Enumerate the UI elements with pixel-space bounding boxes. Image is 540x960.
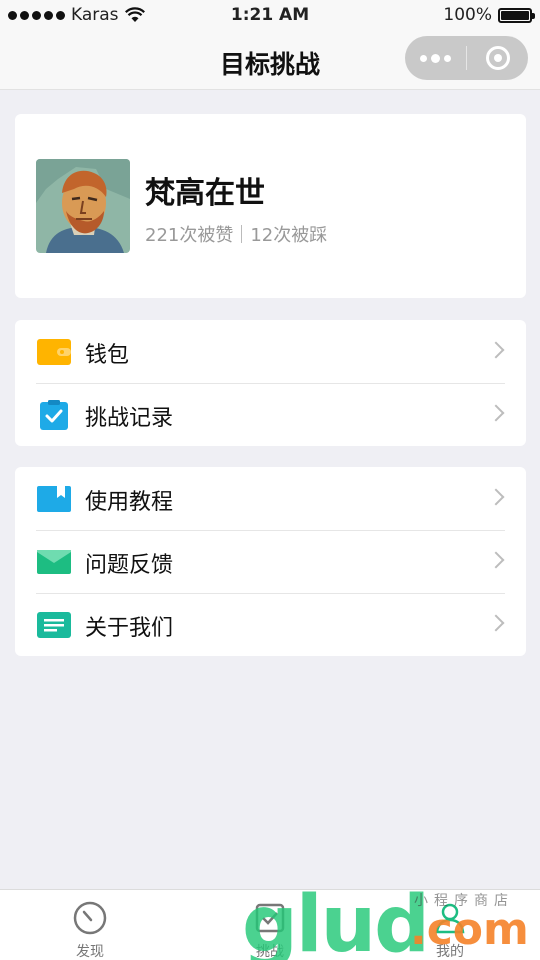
chevron-right-icon [487,614,505,632]
menu-label: 使用教程 [85,490,174,515]
tab-challenge[interactable]: 挑战 [225,900,315,960]
dislikes-count: 12次被踩 [250,225,328,246]
profile-stats: 221次被赞 12次被踩 [145,221,327,247]
tab-mine[interactable]: 我的 [405,900,495,960]
tab-label: 挑战 [256,944,284,960]
menu-item-wallet[interactable]: 钱包 [15,320,526,383]
menu-label: 关于我们 [85,616,174,641]
compass-icon [73,901,107,935]
menu-label: 挑战记录 [85,406,174,431]
avatar[interactable] [36,159,130,253]
battery-percent: 100% [443,5,492,25]
checkbox-icon [255,903,285,933]
mini-program-capsule [405,36,528,80]
wallet-icon [37,339,71,365]
close-circle-icon [485,46,510,70]
tab-label: 发现 [76,944,104,960]
profile-card[interactable]: 梵高在世 221次被赞 12次被踩 [15,114,526,298]
menu-item-challenge-records[interactable]: 挑战记录 [15,383,526,446]
chevron-right-icon [487,488,505,506]
likes-count: 221次被赞 [145,225,234,246]
document-icon [37,612,71,638]
status-bar: Karas 1:21 AM 100% [0,0,540,32]
close-button[interactable] [467,36,528,80]
more-button[interactable] [405,36,466,80]
tab-discover[interactable]: 发现 [45,900,135,960]
stats-divider [241,225,243,243]
profile-name: 梵高在世 [145,176,265,211]
battery-group: 100% [443,5,535,25]
nav-bar: 目标挑战 [0,32,540,90]
mail-icon [37,550,71,574]
menu-item-about[interactable]: 关于我们 [15,593,526,656]
battery-icon [498,7,535,23]
tab-bar: 发现 挑战 我的 [0,889,540,960]
clipboard-check-icon [40,400,68,430]
menu-item-tutorial[interactable]: 使用教程 [15,467,526,530]
user-icon [435,903,465,934]
menu-item-feedback[interactable]: 问题反馈 [15,530,526,593]
chevron-right-icon [487,551,505,569]
chevron-right-icon [487,404,505,422]
menu-card-help: 使用教程 问题反馈 关于我们 [15,467,526,656]
chevron-right-icon [487,341,505,359]
menu-label: 问题反馈 [85,553,174,578]
tab-label: 我的 [436,944,464,960]
book-icon [37,486,71,512]
menu-label: 钱包 [85,343,130,368]
menu-card-account: 钱包 挑战记录 [15,320,526,446]
